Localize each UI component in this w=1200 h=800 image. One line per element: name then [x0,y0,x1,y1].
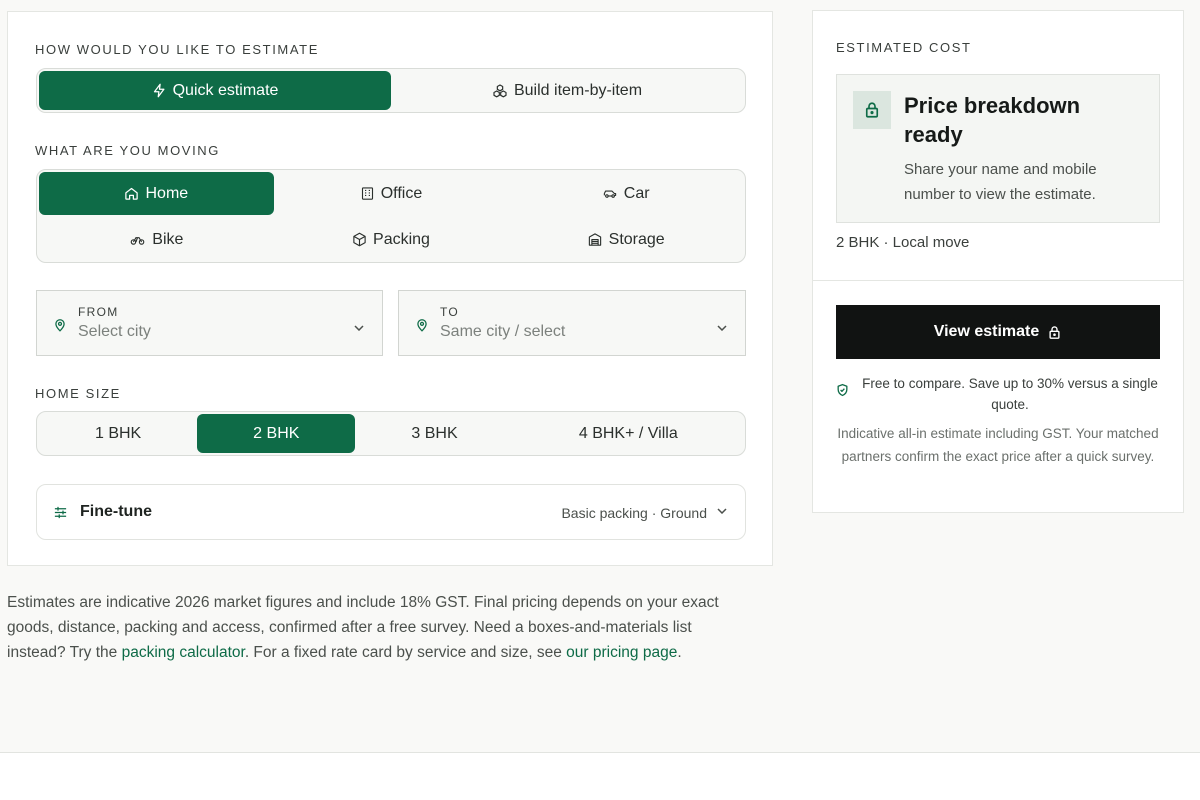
moving-option-bike[interactable]: Bike [39,217,274,262]
moving-option-label: Office [380,184,423,202]
price-breakdown-text: Share your name and mobile number to vie… [904,161,1097,203]
footnote-text: . For a fixed rate card by service and s… [244,644,567,661]
shield-check-icon [836,383,849,397]
map-pin-icon [53,317,67,333]
bike-icon [129,232,146,247]
view-estimate-button[interactable]: View estimate [836,305,1160,359]
footnote-text: . [677,644,682,661]
chevron-down-icon [354,325,364,331]
home-size-1bhk[interactable]: 1 BHK [39,414,197,453]
moving-option-label: Home [145,184,189,202]
fine-tune-toggle[interactable]: Fine-tune Basic packing · Ground [36,484,746,540]
chevron-down-icon [717,508,727,514]
page-bottom [0,753,1200,800]
locked-price-panel: Price breakdown ready Share your name an… [836,74,1160,223]
moving-label: WHAT ARE YOU MOVING [35,143,220,158]
estimate-footnote: Estimates are indicative 2026 market fig… [7,590,737,665]
moving-option-label: Storage [608,230,665,248]
price-breakdown-title: Price breakdown ready [904,93,1081,147]
moving-option-car[interactable]: Car [508,172,743,215]
lock-icon [1047,325,1062,340]
moving-option-office[interactable]: Office [274,172,509,215]
estimated-cost-label: ESTIMATED COST [836,40,972,55]
package-icon [352,232,367,247]
home-size-4bhk-villa[interactable]: 4 BHK+ / Villa [514,414,743,453]
home-size-2bhk[interactable]: 2 BHK [197,414,356,453]
packing-calculator-link[interactable]: packing calculator [122,644,245,661]
quick-estimate-label: Quick estimate [172,81,279,99]
estimate-method-label: HOW WOULD YOU LIKE TO ESTIMATE [35,42,319,57]
home-size-option-label: 3 BHK [411,424,458,442]
home-size-label: HOME SIZE [35,386,121,401]
home-size-selector: 1 BHK 2 BHK 3 BHK 4 BHK+ / Villa [36,411,746,456]
sliders-icon [53,505,68,520]
moving-option-label: Bike [152,230,184,248]
moving-option-home[interactable]: Home [39,172,274,215]
estimated-cost-card: ESTIMATED COST Price breakdown ready Sha… [812,10,1184,513]
home-size-option-label: 1 BHK [94,424,142,442]
lock-icon [853,91,891,129]
free-compare-text: Free to compare. Save up to 30% versus a… [862,376,1158,412]
moving-option-storage[interactable]: Storage [508,217,743,262]
home-icon [124,186,139,201]
to-placeholder: Same city / select [440,323,566,340]
home-size-3bhk[interactable]: 3 BHK [355,414,513,453]
moving-type-selector: Home Office Car Bike Packing Storage [36,169,746,263]
view-estimate-label: View estimate [933,323,1040,340]
to-label: TO [440,305,460,319]
quick-estimate-button[interactable]: Quick estimate [39,71,391,110]
lightning-icon [152,83,167,98]
moving-option-packing[interactable]: Packing [274,217,509,262]
build-item-by-item-label: Build item-by-item [513,81,643,99]
to-city-select[interactable]: TO Same city / select [398,290,746,356]
map-pin-icon [415,317,429,333]
from-city-select[interactable]: FROM Select city [36,290,383,356]
pricing-page-link[interactable]: our pricing page [566,644,677,661]
home-size-option-label: 2 BHK [253,424,300,442]
chevron-down-icon [717,325,727,331]
boxes-icon [492,83,508,99]
move-summary: 2 BHK · Local move [836,234,970,251]
build-item-by-item-button[interactable]: Build item-by-item [391,71,743,110]
moving-option-label: Packing [373,230,430,248]
fine-tune-title: Fine-tune [80,503,152,520]
building-icon [360,186,375,201]
moving-option-label: Car [623,184,650,202]
car-icon [602,186,618,201]
from-label: FROM [78,305,119,319]
from-placeholder: Select city [78,323,151,340]
indicative-note: Indicative all-in estimate including GST… [837,426,1159,464]
fine-tune-summary: Basic packing · Ground [561,505,707,521]
estimate-method-toggle: Quick estimate Build item-by-item [36,68,746,113]
estimator-card: HOW WOULD YOU LIKE TO ESTIMATE Quick est… [7,11,773,566]
card-divider [813,280,1183,281]
home-size-option-label: 4 BHK+ / Villa [578,424,678,442]
warehouse-icon [587,232,603,247]
